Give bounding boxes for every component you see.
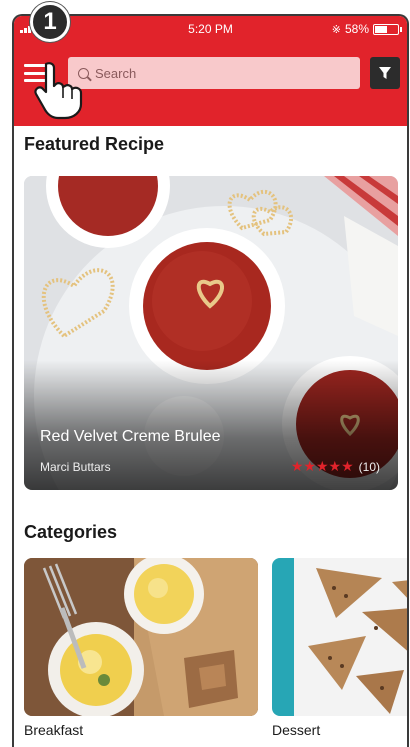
status-bar: 5:20 PM ※ 58% [14,16,407,42]
rating-stars: ★★★★★ [291,458,354,476]
star-icon: ★ [290,458,304,474]
battery-icon [373,23,402,35]
category-card-dessert[interactable] [272,558,407,716]
phone-screen: 5:20 PM ※ 58% Featured Recipe [12,14,409,747]
rating-count: (10) [358,460,380,474]
pointing-hand-icon [34,62,83,120]
funnel-icon [379,67,391,79]
featured-section-title: Featured Recipe [24,134,165,154]
category-label-breakfast: Breakfast [24,722,84,738]
search-input[interactable] [95,65,315,81]
star-icon: ★ [303,458,316,474]
star-icon: ★ [328,458,342,474]
featured-recipe-name: Red Velvet Creme Brulee [40,428,221,445]
bluetooth-icon: ※ [331,23,341,36]
category-label-dessert: Dessert [272,722,321,738]
star-icon: ★ [315,458,329,474]
dessert-category-image [272,558,407,716]
step-number-badge: 1 [30,2,70,42]
filter-button[interactable] [370,57,400,89]
battery-percent: 58% [344,22,369,36]
star-icon: ★ [341,458,354,474]
featured-recipe-author: Marci Buttars [40,460,111,474]
search-bar[interactable] [68,57,360,89]
breakfast-category-image [24,558,258,716]
featured-recipe-card[interactable]: Red Velvet Creme Brulee Marci Buttars ★★… [24,176,398,490]
categories-section-title: Categories [24,522,118,542]
featured-recipe-rating: ★★★★★ (10) [291,458,380,476]
category-card-breakfast[interactable] [24,558,258,716]
